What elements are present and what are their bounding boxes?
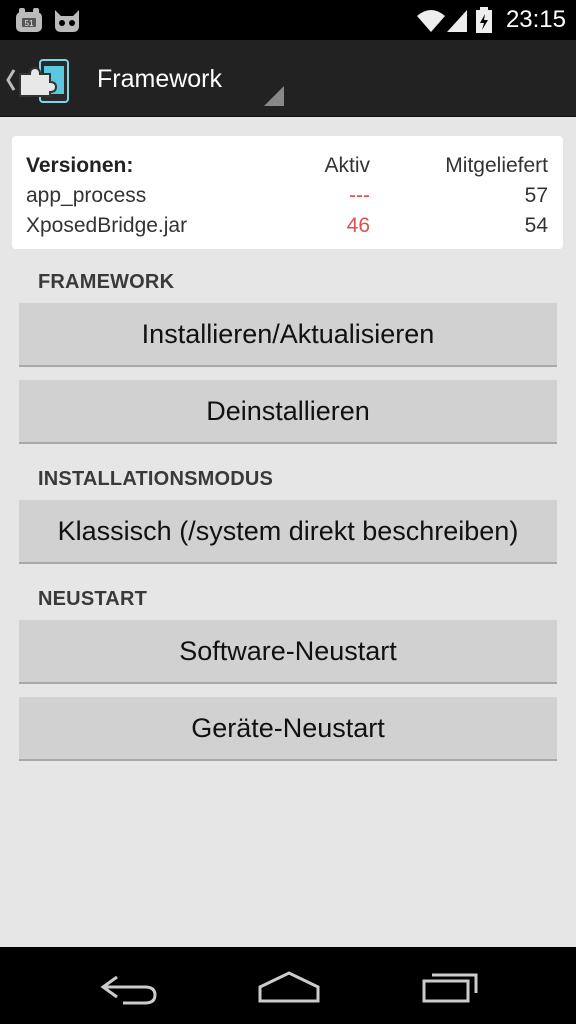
wifi-icon	[416, 6, 446, 39]
status-time: 23:15	[505, 6, 566, 33]
home-icon[interactable]	[254, 967, 324, 1007]
spinner-indicator-icon[interactable]	[264, 86, 284, 106]
versions-header-label: Versionen:	[26, 154, 134, 177]
home-up-button[interactable]	[6, 58, 76, 104]
cyanogenmod-notification-icon: 51	[14, 6, 44, 34]
versions-header-active: Aktiv	[324, 154, 370, 177]
versions-header-bundled: Mitgeliefert	[445, 154, 548, 177]
xposed-puzzle-icon	[6, 59, 69, 103]
version-row-name: app_process	[26, 184, 147, 207]
recents-icon[interactable]	[414, 967, 484, 1007]
android-cat-icon	[52, 6, 82, 34]
versions-card: Versionen: Aktiv Mitgeliefert app_proces…	[12, 136, 563, 249]
install-mode-select[interactable]: Klassisch (/system direkt beschreiben)	[19, 500, 557, 564]
soft-reboot-button[interactable]: Software-Neustart	[19, 620, 557, 684]
section-title-framework: FRAMEWORK	[38, 271, 175, 293]
action-bar: Framework	[0, 40, 576, 117]
section-title-reboot: NEUSTART	[38, 588, 148, 610]
version-row-name: XposedBridge.jar	[26, 214, 188, 237]
version-row-active: ---	[349, 184, 370, 207]
install-update-button[interactable]: Installieren/Aktualisieren	[19, 303, 557, 367]
page-title[interactable]: Framework	[97, 64, 222, 94]
back-icon[interactable]	[95, 967, 165, 1007]
version-row-bundled: 54	[524, 214, 548, 237]
svg-text:51: 51	[25, 19, 34, 28]
section-title-install-mode: INSTALLATIONSMODUS	[38, 468, 274, 490]
uninstall-button[interactable]: Deinstallieren	[19, 380, 557, 444]
version-row-active: 46	[346, 214, 370, 237]
version-row-bundled: 57	[524, 184, 548, 207]
navigation-bar	[0, 947, 576, 1024]
battery-icon	[474, 6, 494, 39]
device-reboot-button[interactable]: Geräte-Neustart	[19, 697, 557, 761]
status-bar: 51 23:15	[0, 0, 576, 40]
signal-icon	[445, 6, 469, 39]
